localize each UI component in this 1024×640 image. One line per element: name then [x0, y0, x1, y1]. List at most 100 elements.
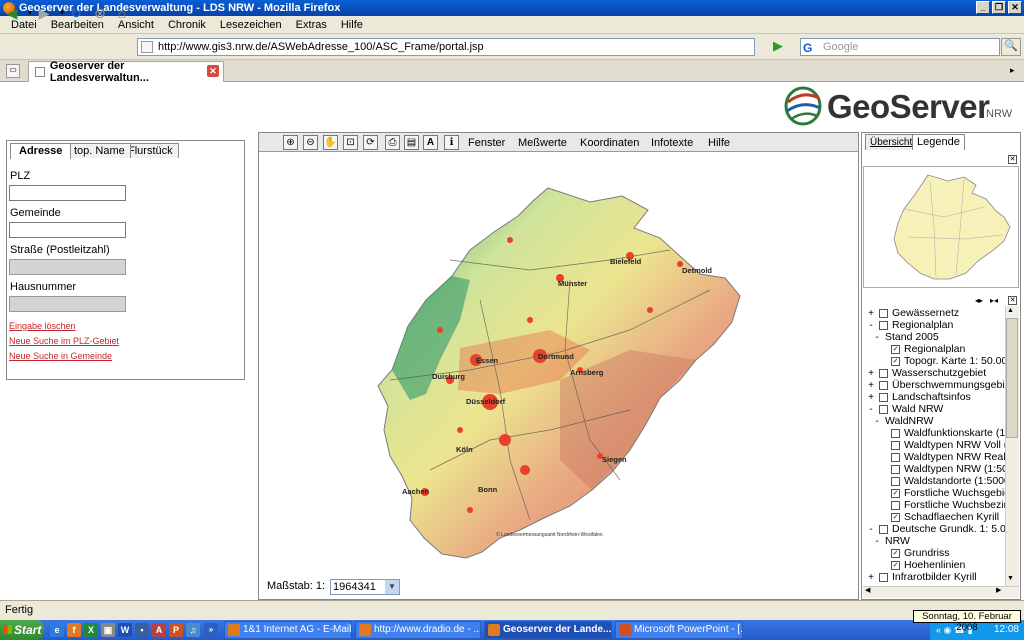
- layer-checkbox[interactable]: [879, 524, 888, 534]
- zoom-box-icon[interactable]: ⊡: [343, 135, 358, 150]
- layer-checkbox[interactable]: ✓: [891, 344, 900, 354]
- layer-checkbox[interactable]: [891, 500, 900, 510]
- stop-icon[interactable]: ⊗: [92, 5, 108, 21]
- layer-row[interactable]: ✓ Hoehenlinien: [891, 559, 965, 571]
- layer-row[interactable]: + Wasserschutzgebiet: [867, 367, 986, 379]
- layer-row[interactable]: Waldstandorte (1:5000: [891, 475, 1010, 487]
- menu-chronik[interactable]: Chronik: [161, 19, 213, 31]
- tab-uebersicht[interactable]: Übersicht: [865, 134, 918, 150]
- layer-row[interactable]: ✓ Forstliche Wuchsgebiete: [891, 487, 1019, 499]
- scroll-up-icon[interactable]: ▲: [1007, 307, 1014, 314]
- chevron-down-icon[interactable]: ▼: [385, 580, 399, 594]
- collapse-all-icon[interactable]: ▸◂: [990, 296, 998, 305]
- collapse-icon[interactable]: -: [873, 416, 881, 427]
- scroll-right-icon[interactable]: ▶: [996, 586, 1001, 594]
- layer-checkbox[interactable]: ✓: [891, 356, 900, 366]
- tab-adresse[interactable]: Adresse: [10, 143, 72, 159]
- task-dradio[interactable]: http://www.dradio.de - ...: [355, 621, 481, 639]
- new-tab-icon[interactable]: ▭: [6, 64, 20, 78]
- neue-suche-gemeinde-link[interactable]: Neue Suche in Gemeinde: [9, 351, 112, 361]
- maximize-button[interactable]: ❐: [992, 1, 1006, 14]
- layer-checkbox[interactable]: [879, 380, 888, 390]
- search-button[interactable]: 🔍: [1001, 38, 1021, 56]
- map-menu-infotexte[interactable]: Infotexte: [651, 137, 693, 149]
- powerpoint-icon[interactable]: P: [169, 623, 183, 637]
- layer-row[interactable]: ✓ Topogr. Karte 1: 50.000: [891, 355, 1013, 367]
- layer-row[interactable]: + Überschwemmungsgebiete: [867, 379, 1019, 391]
- save-disk-icon[interactable]: ▪: [135, 623, 149, 637]
- collapse-icon[interactable]: -: [867, 524, 875, 535]
- minimize-button[interactable]: _: [976, 1, 990, 14]
- url-bar[interactable]: http://www.gis3.nrw.de/ASWebAdresse_100/…: [137, 38, 755, 56]
- tab-geoserver[interactable]: Geoserver der Landesverwaltun... ✕: [28, 60, 224, 84]
- go-button[interactable]: ▶: [760, 38, 796, 56]
- layer-checkbox[interactable]: [879, 368, 888, 378]
- plz-input[interactable]: [9, 185, 126, 201]
- start-button[interactable]: Start: [0, 620, 44, 640]
- gemeinde-input[interactable]: [9, 222, 126, 238]
- explorer-icon[interactable]: ▣: [101, 623, 115, 637]
- collapse-icon[interactable]: -: [867, 404, 875, 415]
- layer-checkbox[interactable]: [891, 440, 900, 450]
- layer-row[interactable]: - WaldNRW: [873, 415, 933, 427]
- layer-row[interactable]: Forstliche Wuchsbezirke: [891, 499, 1018, 511]
- scroll-down-icon[interactable]: ▼: [1007, 575, 1014, 582]
- layer-row[interactable]: ✓ Schadflaechen Kyrill: [891, 511, 999, 523]
- layer-checkbox[interactable]: [891, 428, 900, 438]
- layer-row[interactable]: Waldfunktionskarte (1:: [891, 427, 1008, 439]
- layer-checkbox[interactable]: ✓: [891, 560, 900, 570]
- ie-icon[interactable]: e: [50, 623, 64, 637]
- info-icon[interactable]: ℹ: [444, 135, 459, 150]
- back-icon[interactable]: ◀: [4, 5, 20, 21]
- excel-icon[interactable]: X: [84, 623, 98, 637]
- layer-checkbox[interactable]: [891, 476, 900, 486]
- map-menu-messwerte[interactable]: Meßwerte: [518, 137, 567, 149]
- clock-time[interactable]: 12:08: [994, 624, 1019, 635]
- collapse-icon[interactable]: -: [873, 536, 881, 547]
- layer-checkbox[interactable]: [879, 308, 888, 318]
- layer-row[interactable]: - Regionalplan: [867, 319, 953, 331]
- layer-row[interactable]: + Gewässernetz: [867, 307, 959, 319]
- expand-icon[interactable]: +: [867, 368, 875, 379]
- layer-checkbox[interactable]: ✓: [891, 548, 900, 558]
- close-layers-icon[interactable]: ✕: [1008, 296, 1017, 305]
- text-icon[interactable]: A: [423, 135, 438, 150]
- expand-icon[interactable]: +: [867, 392, 875, 403]
- layer-row[interactable]: - Wald NRW: [867, 403, 943, 415]
- zoom-out-icon[interactable]: ⊖: [303, 135, 318, 150]
- layer-checkbox[interactable]: ✓: [891, 488, 900, 498]
- menu-lesezeichen[interactable]: Lesezeichen: [213, 19, 289, 31]
- nrw-map[interactable]: Bielefeld Detmold Münster Essen Dortmund…: [330, 180, 760, 575]
- layer-checkbox[interactable]: [879, 404, 888, 414]
- strasse-input[interactable]: [9, 259, 126, 275]
- layer-checkbox[interactable]: [879, 392, 888, 402]
- print-icon[interactable]: ⎙: [385, 135, 400, 150]
- tab-top-name[interactable]: top. Name: [68, 143, 131, 158]
- tab-scroll-icon[interactable]: ▸: [1010, 65, 1015, 76]
- layer-row[interactable]: + Infrarotbilder Kyrill: [867, 571, 977, 583]
- pan-hand-icon[interactable]: ✋: [323, 135, 338, 150]
- close-button[interactable]: ✕: [1008, 1, 1022, 14]
- refresh-icon[interactable]: ⟳: [363, 135, 378, 150]
- layer-checkbox[interactable]: [879, 572, 888, 582]
- expand-all-icon[interactable]: ◂▸: [975, 296, 983, 305]
- more-icon[interactable]: »: [204, 623, 218, 637]
- layer-checkbox[interactable]: [879, 320, 888, 330]
- layer-scrollbar-thumb[interactable]: [1006, 318, 1018, 438]
- eingabe-loeschen-link[interactable]: Eingabe löschen: [9, 321, 76, 331]
- layer-row[interactable]: Waldtypen NRW Real (: [891, 451, 1012, 463]
- menu-hilfe[interactable]: Hilfe: [334, 19, 370, 31]
- media-icon[interactable]: ♫: [186, 623, 200, 637]
- neue-suche-plz-link[interactable]: Neue Suche im PLZ-Gebiet: [9, 336, 119, 346]
- expand-icon[interactable]: +: [867, 380, 875, 391]
- search-input[interactable]: G Google: [800, 38, 1000, 56]
- word-icon[interactable]: W: [118, 623, 132, 637]
- layer-row[interactable]: ✓ Regionalplan: [891, 343, 965, 355]
- layer-row[interactable]: - NRW: [873, 535, 910, 547]
- layer-checkbox[interactable]: [891, 464, 900, 474]
- layer-checkbox[interactable]: [891, 452, 900, 462]
- home-icon[interactable]: ⌂: [114, 5, 130, 21]
- map-menu-fenster[interactable]: Fenster: [468, 137, 505, 149]
- tab-legende[interactable]: Legende: [912, 134, 965, 150]
- expand-icon[interactable]: +: [867, 308, 875, 319]
